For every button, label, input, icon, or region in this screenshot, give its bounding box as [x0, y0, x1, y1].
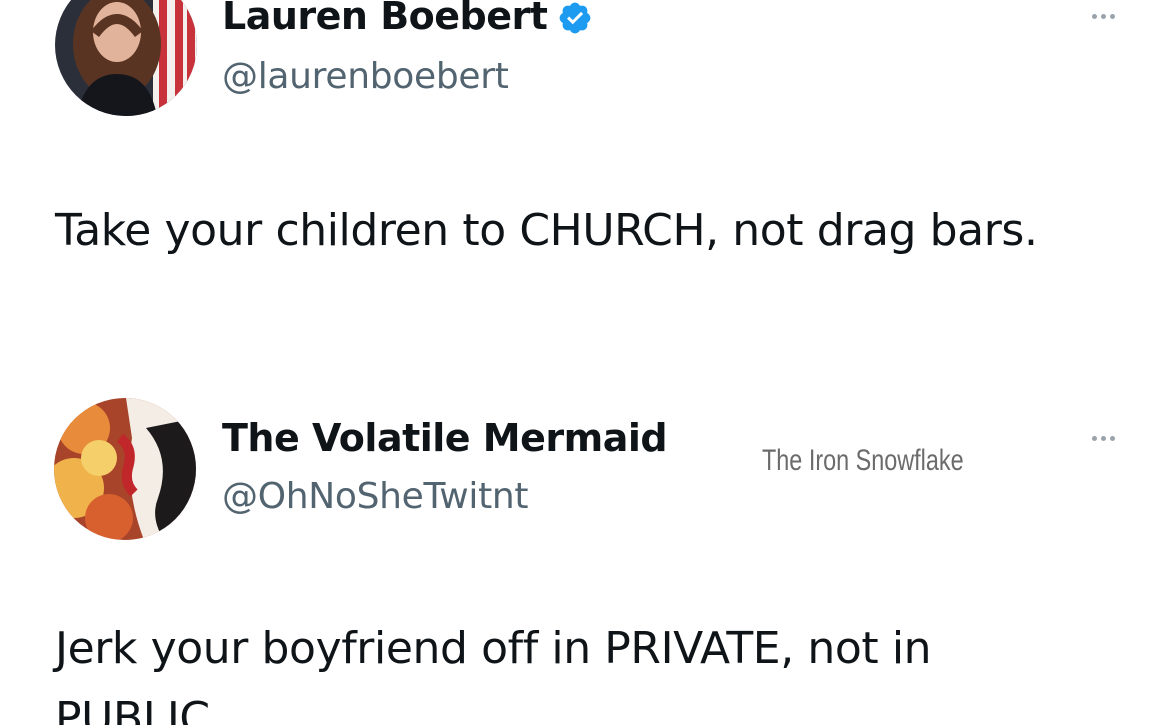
tweet-main: Lauren Boebert @laurenboebert Take your … [0, 0, 1170, 380]
tweet-text: Take your children to CHURCH, not drag b… [55, 205, 1038, 256]
user-handle[interactable]: @OhNoSheTwitnt [222, 476, 529, 517]
avatar-lauren-boebert[interactable] [55, 0, 197, 116]
avatar-image [54, 398, 196, 540]
more-horizontal-icon[interactable] [1092, 14, 1115, 19]
more-horizontal-icon[interactable] [1092, 436, 1115, 441]
display-name[interactable]: Lauren Boebert [222, 0, 548, 38]
user-handle[interactable]: @laurenboebert [222, 56, 509, 97]
tweet-text: Jerk your boyfriend off in PRIVATE, not … [55, 623, 932, 725]
verified-badge-icon [557, 0, 593, 36]
watermark-text: The Iron Snowflake [762, 444, 964, 477]
avatar-volatile-mermaid[interactable] [54, 398, 196, 540]
display-name[interactable]: The Volatile Mermaid [222, 416, 668, 460]
avatar-image [55, 0, 197, 116]
tweet-reply: The Volatile Mermaid @OhNoSheTwitnt The … [0, 380, 1170, 725]
